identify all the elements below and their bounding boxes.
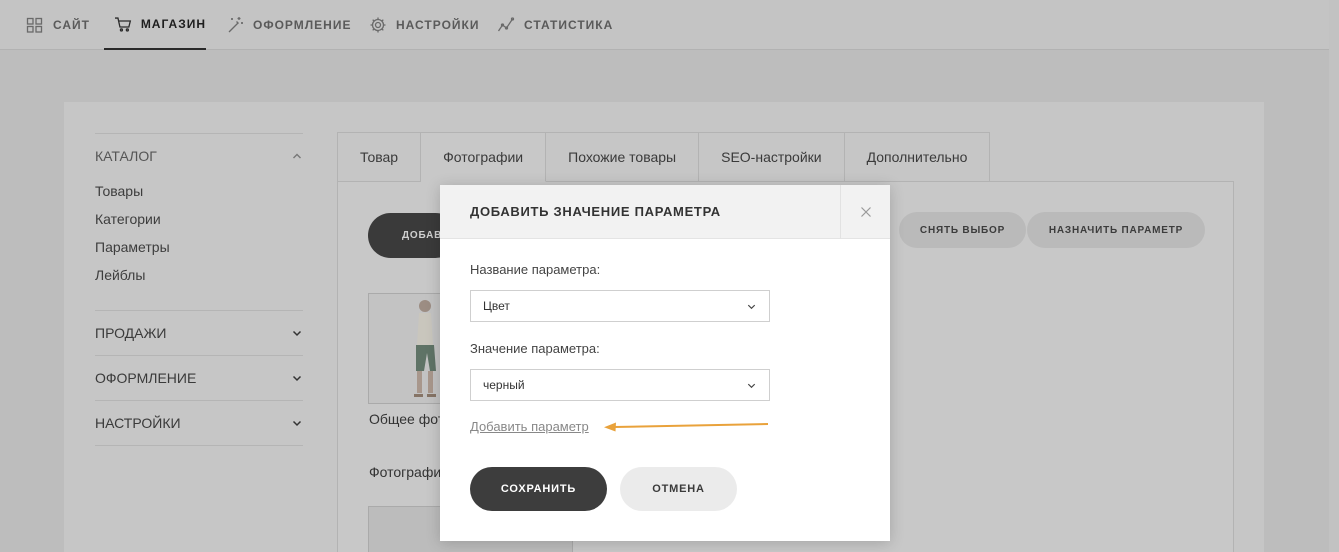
product-tabs: Товар Фотографии Похожие товары SEO-наст…	[337, 132, 991, 182]
cancel-button[interactable]: ОТМЕНА	[620, 467, 737, 511]
sidebar-section-title: НАСТРОЙКИ	[95, 415, 181, 431]
tab-product[interactable]: Товар	[337, 132, 422, 182]
nav-item-label: САЙТ	[53, 18, 90, 32]
chevron-down-icon	[747, 383, 756, 388]
sidebar-section-sales[interactable]: ПРОДАЖИ	[95, 310, 303, 355]
close-icon	[860, 207, 871, 217]
nav-item-statistics[interactable]: СТАТИСТИКА	[497, 0, 613, 50]
tab-photos[interactable]: Фотографии	[421, 132, 547, 182]
cart-icon	[114, 17, 132, 32]
nav-item-label: НАСТРОЙКИ	[396, 18, 480, 32]
sidebar-divider	[95, 445, 303, 446]
top-navigation: САЙТ МАГАЗИН ОФОРМЛЕНИЕ НАСТРОЙКИ СТАТИС…	[0, 0, 1329, 50]
chevron-down-icon	[292, 420, 302, 427]
param-value-label: Значение параметра:	[470, 341, 600, 356]
deselect-button[interactable]: СНЯТЬ ВЫБОР	[899, 212, 1026, 248]
sidebar-item-parameters[interactable]: Параметры	[95, 239, 170, 255]
chevron-down-icon	[747, 304, 756, 309]
nav-item-label: ОФОРМЛЕНИЕ	[253, 18, 352, 32]
nav-item-site[interactable]: САЙТ	[26, 0, 90, 50]
annotation-arrow-icon	[604, 422, 769, 432]
nav-item-label: СТАТИСТИКА	[524, 18, 614, 32]
tab-similar-products[interactable]: Похожие товары	[546, 132, 700, 182]
chevron-up-icon	[293, 153, 301, 159]
nav-item-settings[interactable]: НАСТРОЙКИ	[369, 0, 479, 50]
add-parameter-value-modal: ДОБАВИТЬ ЗНАЧЕНИЕ ПАРАМЕТРА Название пар…	[440, 185, 890, 541]
sidebar-item-products[interactable]: Товары	[95, 183, 143, 199]
modal-title: ДОБАВИТЬ ЗНАЧЕНИЕ ПАРАМЕТРА	[470, 204, 721, 219]
save-button[interactable]: СОХРАНИТЬ	[470, 467, 607, 511]
param-name-select[interactable]: Цвет	[470, 290, 770, 322]
sidebar-section-title: ОФОРМЛЕНИЕ	[95, 370, 197, 386]
sidebar-section-title: КАТАЛОГ	[95, 148, 157, 164]
product-photo-thumbnail[interactable]	[368, 293, 442, 404]
chart-line-icon	[497, 17, 515, 32]
assign-parameter-button[interactable]: НАЗНАЧИТЬ ПАРАМЕТР	[1027, 212, 1205, 248]
tab-seo-settings[interactable]: SEO-настройки	[699, 132, 845, 182]
modal-header: ДОБАВИТЬ ЗНАЧЕНИЕ ПАРАМЕТРА	[440, 185, 890, 239]
sidebar-section-settings[interactable]: НАСТРОЙКИ	[95, 400, 303, 445]
param-name-value: Цвет	[483, 299, 510, 313]
param-name-label: Название параметра:	[470, 262, 601, 277]
chevron-down-icon	[292, 330, 302, 337]
sidebar-section-catalog[interactable]: КАТАЛОГ	[95, 133, 303, 178]
grid-icon	[26, 17, 43, 33]
photos-caption: Фотографии	[369, 464, 450, 480]
param-value-value: черный	[483, 378, 525, 392]
nav-item-shop[interactable]: МАГАЗИН	[104, 0, 206, 50]
sidebar-item-categories[interactable]: Категории	[95, 211, 161, 227]
model-photo-image	[369, 294, 441, 403]
nav-item-label: МАГАЗИН	[140, 17, 206, 31]
chevron-down-icon	[292, 375, 302, 382]
sidebar-section-design[interactable]: ОФОРМЛЕНИЕ	[95, 355, 303, 400]
param-value-select[interactable]: черный	[470, 369, 770, 401]
page-scrollbar[interactable]	[1329, 0, 1339, 552]
sidebar-item-labels[interactable]: Лейблы	[95, 267, 145, 283]
sidebar-section-title: ПРОДАЖИ	[95, 325, 167, 341]
nav-item-design[interactable]: ОФОРМЛЕНИЕ	[226, 0, 351, 50]
modal-close-button[interactable]	[840, 185, 890, 239]
gear-icon	[370, 17, 386, 33]
add-parameter-link[interactable]: Добавить параметр	[470, 419, 589, 434]
tab-additional[interactable]: Дополнительно	[844, 132, 991, 182]
magic-wand-icon	[228, 17, 243, 33]
